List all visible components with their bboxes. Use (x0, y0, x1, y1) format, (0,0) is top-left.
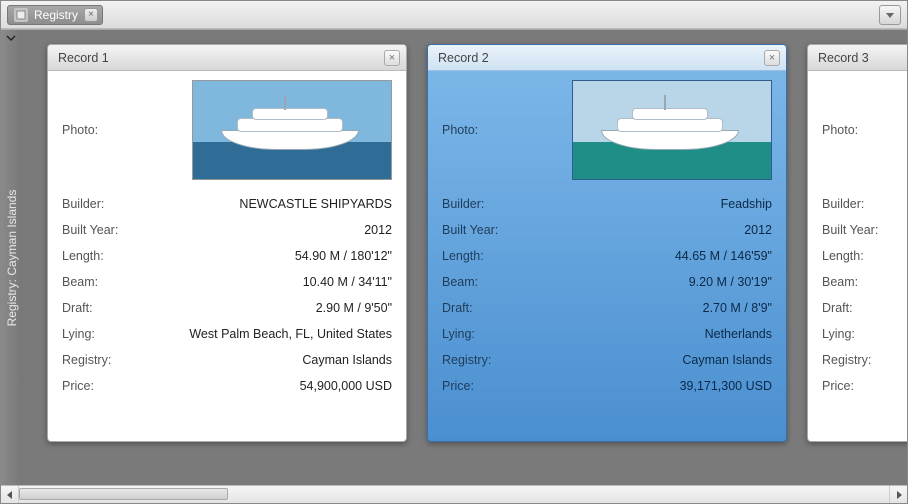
field-label: Draft: (442, 301, 473, 315)
field-label: Registry: (822, 353, 871, 367)
record-photo (572, 80, 772, 180)
card-close-button[interactable]: × (384, 50, 400, 66)
field-value: 9.20 M / 30'19" (689, 275, 772, 289)
field-label: Built Year: (442, 223, 498, 237)
field-label: Lying: (822, 327, 855, 341)
top-toolbar: Registry × (1, 1, 907, 29)
card-header: Record 3 (808, 45, 907, 71)
field-label: Lying: (442, 327, 475, 341)
tab-registry[interactable]: Registry × (7, 5, 103, 25)
field-label: Length: (822, 249, 864, 263)
scroll-thumb[interactable] (19, 488, 228, 500)
chevron-down-icon (885, 10, 895, 20)
field-label: Registry: (442, 353, 491, 367)
app-window: Registry × Registry: Cayman Islands Reco… (0, 0, 908, 504)
field-label: Built Year: (62, 223, 118, 237)
field-label: Draft: (822, 301, 853, 315)
field-label: Builder: (62, 197, 104, 211)
card-title: Record 3 (818, 51, 869, 65)
field-value: 2.90 M / 9'50" (316, 301, 392, 315)
field-label: Price: (62, 379, 94, 393)
field-label: Length: (62, 249, 104, 263)
field-label: Beam: (442, 275, 478, 289)
field-label: Builder: (442, 197, 484, 211)
field-value: 2012 (364, 223, 392, 237)
field-value: 39,171,300 USD (680, 379, 772, 393)
content-area: Record 1 × Photo: (23, 30, 907, 485)
chevron-right-icon (895, 491, 903, 499)
field-value: Feadship (721, 197, 772, 211)
field-label-photo: Photo: (62, 123, 98, 137)
field-value: 54,900,000 USD (300, 379, 392, 393)
field-label: Price: (442, 379, 474, 393)
card-header: Record 1 × (48, 45, 406, 71)
scroll-left-button[interactable] (1, 486, 19, 503)
field-label: Built Year: (822, 223, 878, 237)
field-label-photo: Photo: (822, 123, 858, 137)
field-label: Length: (442, 249, 484, 263)
field-label: Builder: (822, 197, 864, 211)
field-label: Lying: (62, 327, 95, 341)
field-value: Netherlands (705, 327, 772, 341)
tab-label: Registry (34, 8, 78, 22)
field-label: Registry: (62, 353, 111, 367)
tab-close-button[interactable]: × (84, 8, 98, 22)
card-title: Record 1 (58, 51, 109, 65)
field-label: Price: (822, 379, 854, 393)
field-value: West Palm Beach, FL, United States (189, 327, 392, 341)
field-value: Cayman Islands (302, 353, 392, 367)
record-card[interactable]: Record 3 Photo: Builder: Built Year: Len… (807, 44, 907, 442)
field-value: 10.40 M / 34'11" (303, 275, 392, 289)
field-label: Beam: (822, 275, 858, 289)
card-header: Record 2 × (428, 45, 786, 71)
chevron-left-icon (6, 491, 14, 499)
horizontal-scrollbar[interactable] (1, 485, 907, 503)
field-value: 54.90 M / 180'12" (295, 249, 392, 263)
sidebar-collapsed[interactable]: Registry: Cayman Islands (1, 30, 23, 485)
field-value: 2.70 M / 8'9" (703, 301, 772, 315)
field-value: 2012 (744, 223, 772, 237)
scroll-track[interactable] (19, 486, 889, 503)
expand-icon[interactable] (5, 32, 17, 44)
sidebar-title: Registry: Cayman Islands (5, 189, 19, 326)
registry-icon (14, 8, 28, 22)
records-row: Record 1 × Photo: (47, 44, 907, 442)
card-close-button[interactable]: × (764, 50, 780, 66)
field-value: 44.65 M / 146'59" (675, 249, 772, 263)
scroll-right-button[interactable] (889, 486, 907, 503)
field-value: Cayman Islands (682, 353, 772, 367)
record-card[interactable]: Record 1 × Photo: (47, 44, 407, 442)
field-label-photo: Photo: (442, 123, 478, 137)
record-photo (192, 80, 392, 180)
toolbar-dropdown-button[interactable] (879, 5, 901, 25)
card-title: Record 2 (438, 51, 489, 65)
record-card-selected[interactable]: Record 2 × Photo: (427, 44, 787, 442)
body: Registry: Cayman Islands Record 1 × Phot… (1, 29, 907, 485)
field-label: Beam: (62, 275, 98, 289)
field-value: NEWCASTLE SHIPYARDS (239, 197, 392, 211)
field-label: Draft: (62, 301, 93, 315)
